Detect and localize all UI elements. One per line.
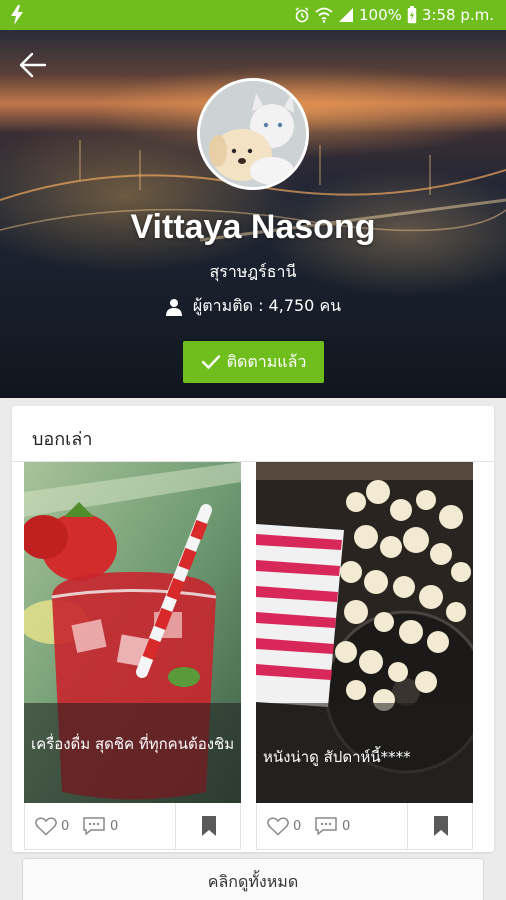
followers-text: ผู้ตามติด : 4,750 คน [192, 296, 342, 315]
comment-count: 0 [342, 818, 351, 834]
comment-icon [315, 817, 337, 835]
story-caption[interactable]: เครื่องดื่ม สุดชิค ที่ทุกคนต้องชิม [31, 731, 236, 757]
alarm-icon [295, 7, 309, 23]
battery-percent: 100% [358, 6, 402, 24]
back-arrow-icon[interactable] [18, 50, 48, 80]
action-divider [407, 803, 408, 850]
profile-location: สุราษฎร์ธานี [209, 262, 297, 281]
comment-button[interactable]: 0 [315, 817, 350, 835]
section-title: บอกเล่า [32, 429, 93, 450]
status-icons: 100% 3:58 p.m. [294, 0, 494, 30]
clock: 3:58 p.m. [421, 6, 494, 24]
like-button[interactable]: 0 [267, 817, 301, 836]
profile-header: Vittaya Nasong สุราษฎร์ธานี ผู้ตามติด : … [0, 30, 506, 398]
person-icon [165, 298, 182, 316]
story-card[interactable]: เครื่องดื่ม สุดชิค ที่ทุกคนต้องชิม 0 0 [24, 462, 241, 850]
story-actions: 0 0 [24, 803, 241, 850]
comment-icon [83, 817, 105, 835]
charging-bolt-icon [11, 5, 23, 25]
status-bar: 100% 3:58 p.m. [0, 0, 506, 30]
comment-count: 0 [110, 818, 119, 834]
heart-icon [267, 817, 289, 836]
avatar[interactable] [197, 78, 309, 190]
like-button[interactable]: 0 [35, 817, 69, 836]
avatar-image [200, 81, 306, 187]
action-divider [175, 803, 176, 850]
bookmark-icon[interactable] [433, 815, 449, 837]
followers-count: ผู้ตามติด : 4,750 คน [0, 294, 506, 319]
heart-icon [35, 817, 57, 836]
story-actions: 0 0 [256, 803, 473, 850]
battery-icon [407, 6, 417, 24]
profile-name: Vittaya Nasong [130, 208, 376, 246]
checkmark-icon [201, 355, 220, 370]
story-card[interactable]: หนังน่าดู สัปดาห์นี้**** 0 0 [256, 462, 473, 850]
story-caption[interactable]: หนังน่าดู สัปดาห์นี้**** [263, 744, 468, 770]
comment-button[interactable]: 0 [83, 817, 118, 835]
bookmark-icon[interactable] [201, 815, 217, 837]
following-button-label: ติดตามแล้ว [226, 351, 307, 371]
wifi-icon [315, 7, 333, 23]
stories-card: บอกเล่า เครื่องดื่ม สุดชิค ที่ทุกคนต้องช… [12, 406, 494, 852]
view-all-button[interactable]: คลิกดูทั้งหมด [22, 858, 484, 900]
following-button[interactable]: ติดตามแล้ว [183, 341, 324, 383]
signal-icon [338, 8, 353, 22]
like-count: 0 [293, 819, 302, 834]
like-count: 0 [61, 819, 70, 834]
